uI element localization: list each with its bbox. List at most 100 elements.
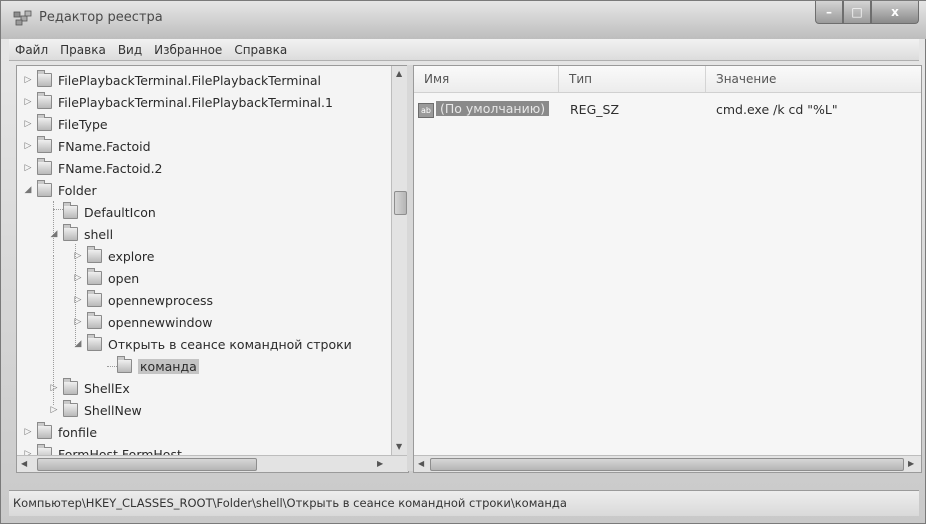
scroll-up-arrow-icon[interactable]: ▲: [396, 69, 402, 78]
folder-icon: [63, 378, 78, 395]
expand-arrow-icon[interactable]: ▷: [71, 251, 85, 261]
expand-arrow-icon[interactable]: ▷: [21, 141, 35, 151]
column-header-value[interactable]: Значение: [706, 66, 921, 92]
folder-icon: [37, 92, 52, 109]
tree-item[interactable]: DefaultIcon: [47, 201, 156, 223]
registry-editor-window: Редактор реестра – □ x Файл Правка Вид И…: [0, 0, 926, 524]
scroll-down-arrow-icon[interactable]: ▼: [396, 442, 402, 451]
scroll-right-arrow-icon[interactable]: ▶: [377, 459, 383, 468]
registry-values-list[interactable]: Имя Тип Значение ab (По умолчанию) REG_S…: [413, 65, 922, 473]
folder-open-icon: [37, 180, 52, 197]
string-value-icon: ab: [418, 103, 434, 118]
tree-item[interactable]: ▷ opennewwindow: [71, 311, 212, 333]
tree-horizontal-scrollbar[interactable]: ◀ ▶: [17, 455, 408, 472]
folder-icon: [37, 158, 52, 175]
tree-item-label: FName.Factoid: [58, 138, 151, 154]
value-name: (По умолчанию): [436, 101, 550, 116]
column-header-name[interactable]: Имя: [414, 66, 559, 92]
folder-icon: [63, 202, 78, 219]
tree-item[interactable]: ▷ FName.Factoid: [21, 135, 151, 157]
minimize-button[interactable]: –: [815, 1, 843, 24]
folder-icon: [87, 268, 102, 285]
maximize-button[interactable]: □: [843, 1, 871, 24]
expand-arrow-icon[interactable]: ▷: [47, 383, 61, 393]
tree-item[interactable]: ▷ ShellNew: [47, 399, 142, 421]
scroll-right-arrow-icon[interactable]: ▶: [908, 459, 914, 468]
folder-icon: [87, 290, 102, 307]
expand-arrow-icon[interactable]: ▷: [47, 405, 61, 415]
tree-item[interactable]: ▷ FilePlaybackTerminal.FilePlaybackTermi…: [21, 91, 333, 113]
tree-item-label: FileType: [58, 116, 108, 132]
folder-icon: [37, 70, 52, 87]
tree-item[interactable]: ▷ opennewprocess: [71, 289, 213, 311]
tree-item-selected[interactable]: команда: [101, 355, 199, 377]
menu-help[interactable]: Справка: [228, 43, 293, 57]
expand-arrow-icon[interactable]: ▷: [71, 317, 85, 327]
tree-item[interactable]: ▷ explore: [71, 245, 154, 267]
list-row[interactable]: ab (По умолчанию) REG_SZ cmd.exe /k cd "…: [414, 100, 921, 120]
folder-icon: [37, 114, 52, 131]
expand-arrow-icon[interactable]: ▷: [21, 163, 35, 173]
tree-item-label: FilePlaybackTerminal.FilePlaybackTermina…: [58, 94, 333, 110]
tree-item[interactable]: ▷ ShellEx: [47, 377, 130, 399]
expand-arrow-icon[interactable]: ▷: [71, 295, 85, 305]
tree-item-label: Открыть в сеансе командной строки: [108, 336, 352, 352]
title-bar: Редактор реестра – □ x: [1, 1, 926, 39]
tree-item[interactable]: ▷ FileType: [21, 113, 108, 135]
collapse-arrow-icon[interactable]: ◢: [71, 339, 85, 349]
menu-bar: Файл Правка Вид Избранное Справка: [9, 39, 919, 61]
scrollbar-thumb[interactable]: [394, 191, 407, 215]
window-controls: – □ x: [815, 1, 919, 25]
tree-vertical-scrollbar[interactable]: ▲ ▼: [391, 66, 408, 456]
scrollbar-thumb[interactable]: [430, 458, 904, 471]
folder-icon: [87, 246, 102, 263]
list-horizontal-scrollbar[interactable]: ◀ ▶: [414, 455, 921, 472]
folder-icon: [117, 356, 132, 373]
folder-icon: [37, 422, 52, 439]
status-bar-path: Компьютер\HKEY_CLASSES_ROOT\Folder\shell…: [9, 490, 919, 516]
tree-item-label: FName.Factoid.2: [58, 160, 163, 176]
tree-item-label: opennewprocess: [108, 292, 214, 308]
tree-item[interactable]: ▷ FilePlaybackTerminal.FilePlaybackTermi…: [21, 69, 321, 91]
tree-item-label: DefaultIcon: [84, 204, 156, 220]
tree-item-label: ShellNew: [84, 402, 142, 418]
tree-item-label: Folder: [58, 182, 97, 198]
close-button[interactable]: x: [871, 1, 919, 24]
collapse-arrow-icon[interactable]: ◢: [21, 185, 35, 195]
tree-item-label: explore: [108, 248, 155, 264]
registry-key-tree[interactable]: ▷ FilePlaybackTerminal.FilePlaybackTermi…: [16, 65, 409, 473]
tree-item[interactable]: ▷ fonfile: [21, 421, 97, 443]
scrollbar-thumb[interactable]: [37, 458, 257, 471]
tree-item-label: open: [108, 270, 140, 286]
menu-view[interactable]: Вид: [112, 43, 148, 57]
window-title: Редактор реестра: [39, 10, 163, 25]
scroll-left-arrow-icon[interactable]: ◀: [21, 459, 27, 468]
tree-item-label: shell: [84, 226, 114, 242]
tree-item[interactable]: ▷ open: [71, 267, 139, 289]
expand-arrow-icon[interactable]: ▷: [21, 119, 35, 129]
tree-item-label: ShellEx: [84, 380, 130, 396]
registry-editor-app-icon: [13, 10, 32, 26]
column-header-type[interactable]: Тип: [559, 66, 706, 92]
tree-item-label: FilePlaybackTerminal.FilePlaybackTermina…: [58, 72, 322, 88]
collapse-arrow-icon[interactable]: ◢: [47, 229, 61, 239]
menu-file[interactable]: Файл: [9, 43, 54, 57]
value-type: REG_SZ: [570, 102, 620, 117]
tree-item[interactable]: ◢ shell: [47, 223, 113, 245]
menu-favorites[interactable]: Избранное: [148, 43, 228, 57]
tree-item-label: команда: [138, 358, 199, 374]
expand-arrow-icon[interactable]: ▷: [21, 427, 35, 437]
menu-edit[interactable]: Правка: [54, 43, 112, 57]
value-data: cmd.exe /k cd "%L": [716, 102, 838, 117]
expand-arrow-icon[interactable]: ▷: [71, 273, 85, 283]
folder-open-icon: [87, 334, 102, 351]
tree-item[interactable]: ◢ Открыть в сеансе командной строки: [71, 333, 352, 355]
scroll-left-arrow-icon[interactable]: ◀: [418, 459, 424, 468]
tree-item[interactable]: ◢ Folder: [21, 179, 97, 201]
folder-icon: [37, 136, 52, 153]
tree-item-label: opennewwindow: [108, 314, 213, 330]
expand-arrow-icon[interactable]: ▷: [21, 97, 35, 107]
tree-item[interactable]: ▷ FName.Factoid.2: [21, 157, 163, 179]
folder-icon: [63, 400, 78, 417]
expand-arrow-icon[interactable]: ▷: [21, 75, 35, 85]
